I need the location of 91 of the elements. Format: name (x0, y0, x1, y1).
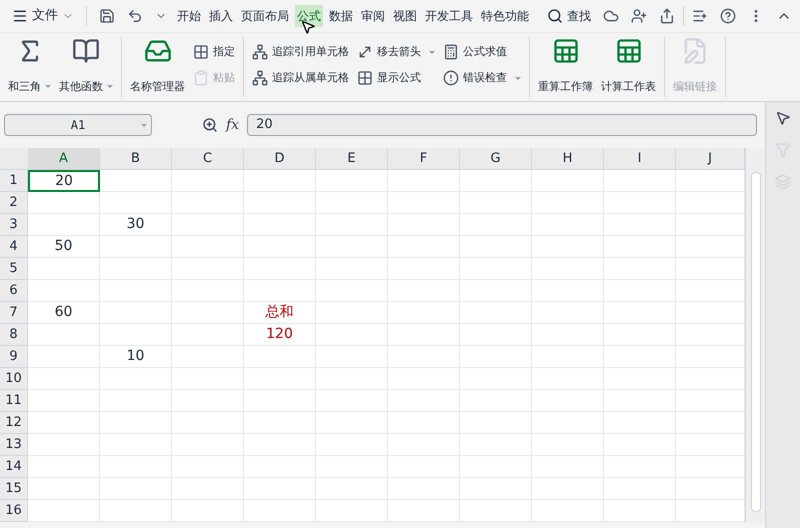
ribbon-button[interactable]: 公式求值 (443, 41, 521, 63)
ribbon-button[interactable]: 追踪从属单元格 (252, 67, 349, 89)
column-header[interactable]: G (460, 148, 532, 170)
ribbon-tab[interactable]: 开发工具 (423, 5, 475, 27)
row-header[interactable]: 13 (0, 434, 28, 456)
ribbon-button[interactable]: 指定 (193, 41, 235, 63)
table-cell[interactable] (388, 500, 460, 522)
ribbon-tab[interactable]: 审阅 (359, 5, 387, 27)
name-box[interactable]: A1 (4, 114, 152, 136)
ribbon-tab[interactable]: 插入 (207, 5, 235, 27)
ribbon-button[interactable]: 移去箭头 (357, 41, 435, 63)
pointer-icon[interactable] (775, 110, 791, 126)
scrollbar-thumb[interactable] (750, 172, 760, 512)
table-icon (614, 37, 642, 65)
file-menu[interactable]: 文件 (8, 6, 78, 26)
row-header[interactable]: 11 (0, 390, 28, 412)
row-header[interactable]: 5 (0, 258, 28, 280)
column-header[interactable]: J (676, 148, 745, 170)
fx-label: fx (226, 116, 240, 134)
table-icon (552, 37, 580, 65)
corner-cell[interactable] (0, 148, 28, 170)
undo-icon[interactable] (127, 8, 143, 24)
ribbon-button[interactable]: 计算工作表 (601, 37, 656, 95)
column-header[interactable]: D (244, 148, 316, 170)
ribbon-button[interactable]: 错误检查 (443, 67, 521, 89)
row-header[interactable]: 4 (0, 236, 28, 258)
book-icon (72, 37, 100, 65)
column-header[interactable]: B (100, 148, 172, 170)
table-cell[interactable] (460, 500, 532, 522)
formula-icon (443, 44, 459, 60)
search-icon (547, 8, 563, 24)
ribbon-tab[interactable]: 页面布局 (239, 5, 291, 27)
table-cell[interactable] (316, 500, 388, 522)
clipboard-icon (193, 70, 209, 86)
table-cell[interactable] (28, 500, 100, 522)
column-header[interactable]: H (532, 148, 604, 170)
ribbon-button[interactable]: 和三角 (8, 37, 51, 95)
row-header[interactable]: 15 (0, 478, 28, 500)
cloud-icon[interactable] (603, 8, 619, 24)
caret-icon (429, 50, 435, 54)
ribbon-button[interactable]: 显示公式 (357, 67, 435, 89)
trace-icon (252, 70, 268, 86)
ribbon-tab[interactable]: 开始 (175, 5, 203, 27)
row-header[interactable]: 14 (0, 456, 28, 478)
table-cell[interactable] (532, 500, 604, 522)
ribbon-tab[interactable]: 视图 (391, 5, 419, 27)
share-icon[interactable] (659, 8, 675, 24)
column-header[interactable]: A (28, 148, 100, 170)
ribbon-button[interactable]: 重算工作簿 (538, 37, 593, 95)
ribbon-tab[interactable]: 公式 (295, 5, 323, 27)
table-cell[interactable]: 20 (28, 170, 100, 192)
zoom-icon[interactable] (202, 117, 218, 133)
row-header[interactable]: 6 (0, 280, 28, 302)
column-header[interactable]: E (316, 148, 388, 170)
caret-icon (515, 76, 521, 80)
caret-icon (141, 124, 147, 128)
row-header[interactable]: 3 (0, 214, 28, 236)
menu-icon (12, 8, 28, 24)
list-icon[interactable] (692, 8, 708, 24)
column-header[interactable]: F (388, 148, 460, 170)
row-header[interactable]: 2 (0, 192, 28, 214)
help-icon[interactable] (720, 8, 736, 24)
caret-icon (45, 85, 51, 88)
ribbon-tab[interactable]: 特色功能 (479, 5, 531, 27)
row-header[interactable]: 8 (0, 324, 28, 346)
row-header[interactable]: 9 (0, 346, 28, 368)
column-header[interactable]: I (604, 148, 676, 170)
row-header[interactable]: 7 (0, 302, 28, 324)
table-cell[interactable] (244, 500, 316, 522)
table-cell[interactable] (100, 500, 172, 522)
save-icon[interactable] (99, 8, 115, 24)
row-header[interactable]: 1 (0, 170, 28, 192)
add-user-icon[interactable] (631, 8, 647, 24)
ribbon-button[interactable]: 其他函数 (59, 37, 113, 95)
caret-icon (107, 85, 113, 88)
alert-icon (443, 70, 459, 86)
grid-icon (193, 44, 209, 60)
column-header[interactable]: C (172, 148, 244, 170)
table-cell[interactable] (604, 500, 676, 522)
grid-icon (357, 70, 373, 86)
row-header[interactable]: 10 (0, 368, 28, 390)
ribbon-button[interactable]: 名称管理器 (130, 37, 185, 95)
ribbon-button[interactable]: 追踪引用单元格 (252, 41, 349, 63)
row-header[interactable]: 16 (0, 500, 28, 522)
row-header[interactable]: 12 (0, 412, 28, 434)
trace-icon (252, 44, 268, 60)
arrow-icon (357, 44, 373, 60)
formula-field[interactable]: 20 (247, 114, 758, 136)
search-button[interactable]: 查找 (547, 7, 591, 25)
table-cell[interactable] (172, 500, 244, 522)
ribbon-tab[interactable]: 数据 (327, 5, 355, 27)
